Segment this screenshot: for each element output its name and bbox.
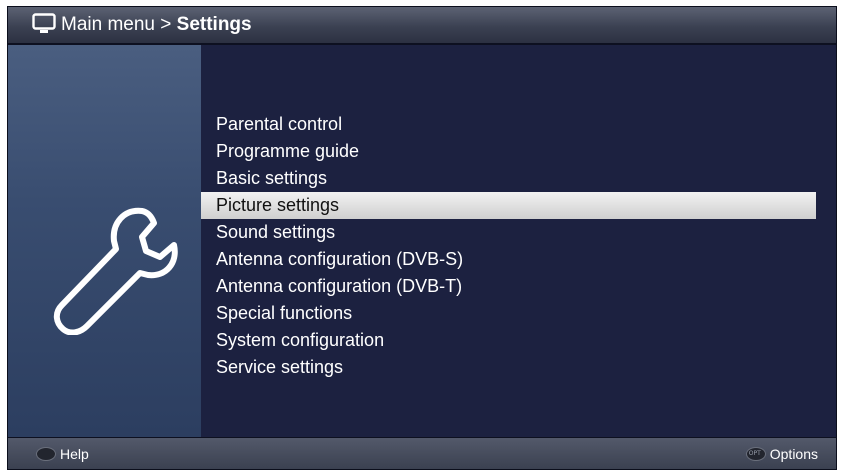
category-panel [8,45,201,437]
settings-menu: Parental control Programme guide Basic set… [201,111,836,381]
page-title: Settings [176,14,252,35]
settings-screen: Main menu > Settings Parental control Pro… [7,6,837,470]
menu-item[interactable]: Basic settings [201,165,836,192]
menu-item[interactable]: Service settings [201,354,836,381]
help-label: Help [60,446,89,462]
title-bar: Main menu > Settings [8,7,836,45]
wrench-icon [53,207,178,335]
help-button[interactable]: Help [36,444,89,464]
breadcrumb: Main menu > Settings [61,14,252,36]
options-label: Options [769,446,818,462]
menu-item[interactable]: Parental control [201,111,836,138]
options-button[interactable]: Options [745,444,818,464]
breadcrumb-parent[interactable]: Main menu > [61,14,177,35]
bottom-bar: Help Options [8,437,836,469]
help-key-icon [36,447,56,461]
tv-icon [32,13,56,33]
menu-item[interactable]: Antenna configuration (DVB-T) [201,273,836,300]
menu-item[interactable]: Special functions [201,300,836,327]
menu-item[interactable]: Sound settings [201,219,836,246]
menu-item[interactable]: System configuration [201,327,836,354]
menu-item[interactable]: Antenna configuration (DVB-S) [201,246,836,273]
options-key-icon [745,447,766,461]
menu-area: Parental control Programme guide Basic set… [201,45,836,437]
menu-item[interactable]: Programme guide [201,138,836,165]
menu-item[interactable]: Picture settings [201,192,816,219]
